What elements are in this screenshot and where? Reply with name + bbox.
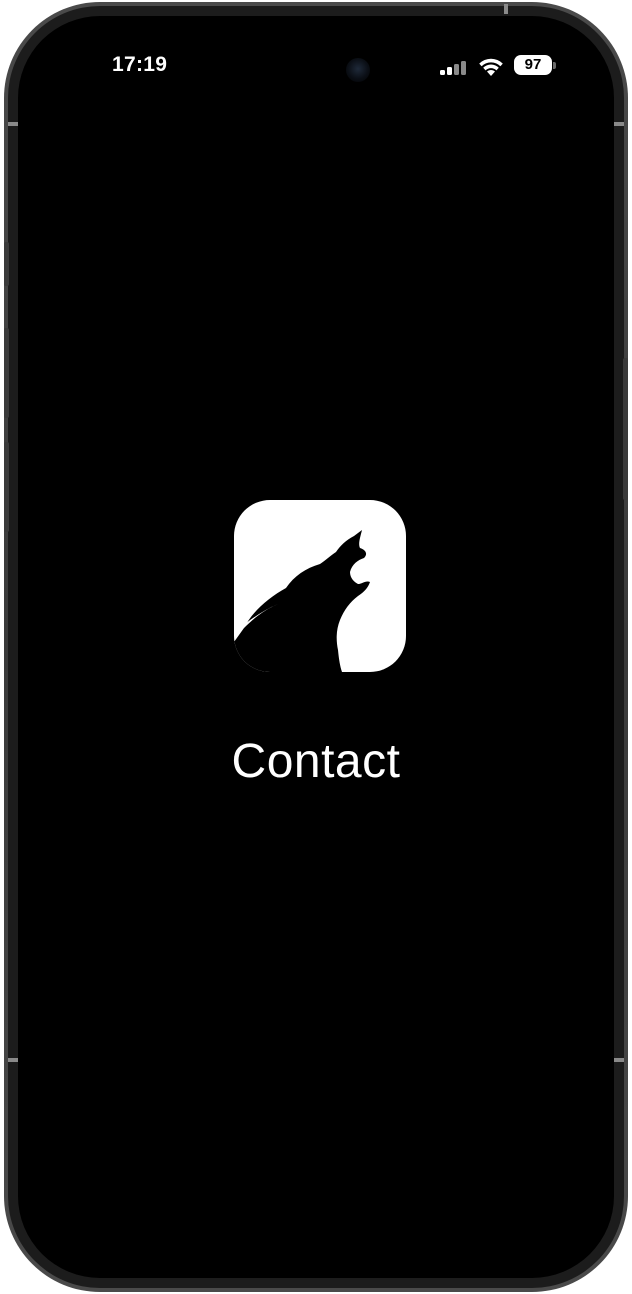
antenna-band <box>504 4 508 14</box>
battery-icon: 97 <box>514 55 556 77</box>
antenna-band <box>8 1058 18 1062</box>
battery-tip <box>553 62 556 69</box>
phone-frame: 17:19 97 Contact <box>4 2 628 1292</box>
app-name: Contact <box>231 735 401 788</box>
front-camera <box>346 58 370 82</box>
wifi-icon <box>479 58 503 76</box>
power-button <box>623 358 628 500</box>
action-button <box>4 242 9 286</box>
antenna-band <box>614 1058 624 1062</box>
battery-body: 97 <box>514 55 552 75</box>
volume-up-button <box>4 328 9 418</box>
volume-down-button <box>4 442 9 532</box>
antenna-band <box>614 122 624 126</box>
antenna-band <box>8 122 18 126</box>
battery-level: 97 <box>524 56 542 73</box>
status-time: 17:19 <box>112 53 168 76</box>
screen: 17:19 97 Contact <box>18 16 614 1278</box>
howling-wolf-logo-icon <box>234 500 406 672</box>
signal-icon <box>440 61 466 75</box>
